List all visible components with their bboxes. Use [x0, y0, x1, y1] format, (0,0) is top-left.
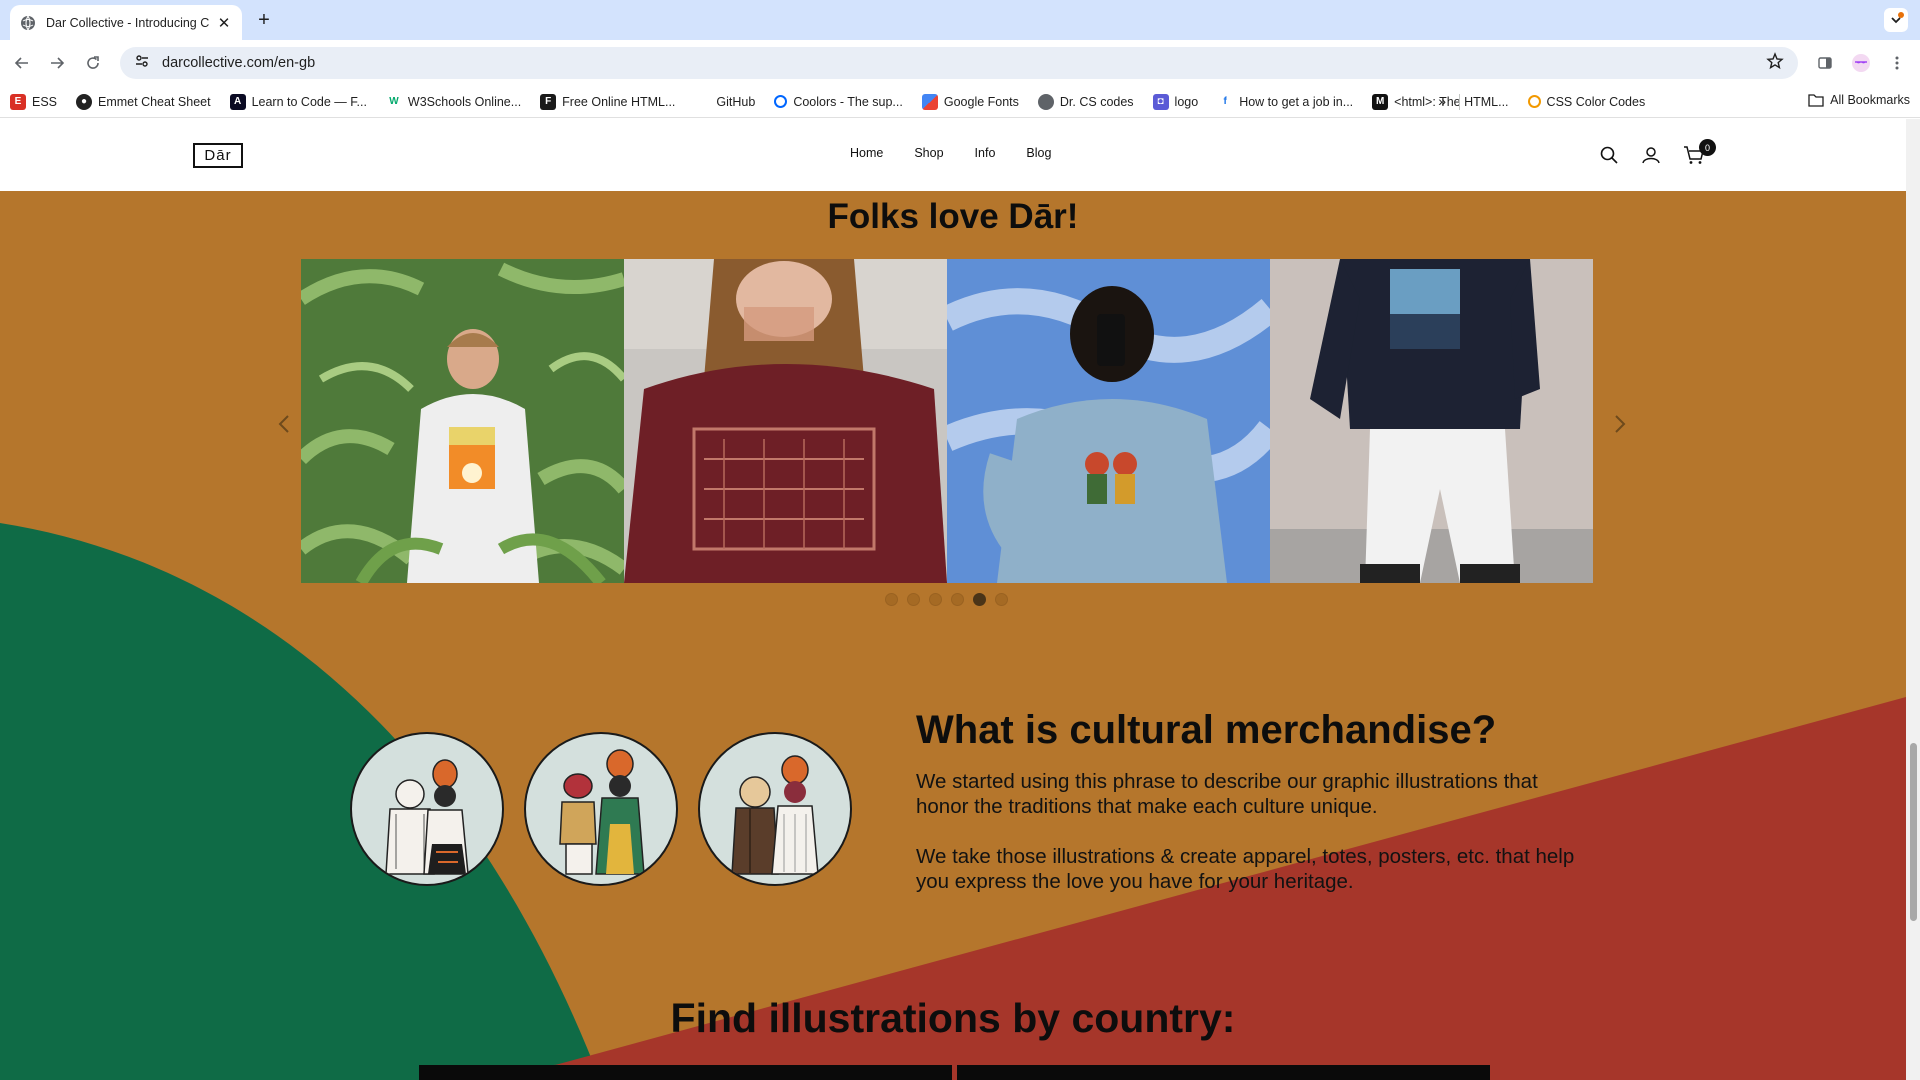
forward-arrow-icon: [51, 57, 65, 69]
bookmark-favicon-icon: M: [1372, 93, 1389, 110]
country-card-1[interactable]: [419, 1065, 952, 1080]
cart-count-badge: 0: [1699, 139, 1716, 156]
photo-black-sweatshirt[interactable]: [1270, 259, 1593, 583]
browser-tab-strip: Dar Collective - Introducing C ✕ +: [0, 0, 1920, 40]
merch-paragraph-2: We take those illustrations & create app…: [916, 845, 1575, 893]
illustration-circle-3: [698, 732, 852, 886]
bookmark-favicon-icon: [1037, 93, 1054, 110]
bookmark-item[interactable]: ● Emmet Cheat Sheet: [76, 93, 211, 110]
account-icon[interactable]: [1639, 143, 1663, 167]
site-header: Dār Home Shop Info Blog 0: [0, 119, 1906, 191]
photo-blue-sweatshirt[interactable]: [947, 259, 1270, 583]
bookmarks-divider: [1459, 94, 1460, 110]
forward-button[interactable]: [46, 52, 68, 74]
bookmark-favicon-icon: A: [229, 93, 246, 110]
bookmark-item[interactable]: Google Fonts: [921, 93, 1019, 110]
site-info-icon[interactable]: [134, 53, 150, 74]
photo-fern-sweatshirt[interactable]: [301, 259, 624, 583]
carousel-dot[interactable]: [929, 593, 942, 606]
nav-blog-link[interactable]: Blog: [1026, 146, 1051, 160]
folks-love-title: Folks love Dār!: [827, 197, 1079, 236]
bookmark-item[interactable]: Coolors - The sup...: [774, 95, 903, 109]
profile-icon: [1852, 54, 1870, 72]
bookmark-item[interactable]: A Learn to Code — F...: [229, 93, 367, 110]
all-bookmarks-button[interactable]: All Bookmarks: [1808, 93, 1910, 107]
folder-icon: [1808, 94, 1824, 107]
more-bookmarks-chevron-icon[interactable]: »: [1438, 93, 1446, 109]
address-bar[interactable]: darcollective.com/en-gb: [120, 47, 1798, 79]
nav-shop-link[interactable]: Shop: [914, 146, 943, 160]
reload-icon: [87, 56, 99, 69]
tab-title: Dar Collective - Introducing C: [46, 15, 210, 30]
page-viewport: Dār Home Shop Info Blog 0 Folks love Dār…: [0, 119, 1906, 1080]
illustration-circle-1: [350, 732, 504, 886]
bookmark-item[interactable]: f How to get a job in...: [1217, 93, 1353, 110]
bookmark-favicon-icon: ◘: [1152, 93, 1169, 110]
reload-button[interactable]: [82, 52, 104, 74]
carousel-dot[interactable]: [907, 593, 920, 606]
bookmark-favicon-icon: E: [10, 93, 26, 110]
country-card-2[interactable]: [957, 1065, 1490, 1080]
globe-icon: [20, 15, 36, 31]
back-button[interactable]: [11, 52, 33, 74]
illustration-circle-2: [524, 732, 678, 886]
carousel-next-button[interactable]: [1610, 409, 1630, 439]
site-logo[interactable]: Dār: [193, 143, 243, 168]
tab-search-button[interactable]: [1884, 8, 1908, 32]
browser-menu-button[interactable]: [1886, 52, 1908, 74]
carousel-dot[interactable]: [995, 593, 1008, 606]
notification-dot: [1898, 12, 1904, 18]
carousel-dot[interactable]: [951, 593, 964, 606]
bookmark-item[interactable]: ◘ logo: [1152, 93, 1198, 110]
page-scrollbar[interactable]: [1906, 119, 1920, 1080]
url-text: darcollective.com/en-gb: [162, 55, 316, 71]
bookmark-favicon-icon: f: [1217, 93, 1234, 110]
customer-photo-carousel: [301, 259, 1593, 583]
new-tab-button[interactable]: +: [254, 9, 274, 32]
bookmark-item[interactable]: F Free Online HTML...: [540, 93, 675, 110]
cultural-merch-title: What is cultural merchandise?: [916, 708, 1497, 752]
photo-maroon-sweatshirt[interactable]: [624, 259, 947, 583]
back-arrow-icon: [14, 57, 28, 69]
illustration-circles: [350, 732, 852, 886]
nav-info-link[interactable]: Info: [975, 146, 996, 160]
chevron-left-icon: [278, 415, 289, 433]
nav-home-link[interactable]: Home: [850, 146, 883, 160]
bookmark-item[interactable]: Dr. CS codes: [1037, 93, 1134, 110]
side-panel-icon: [1818, 57, 1832, 69]
carousel-dot[interactable]: [885, 593, 898, 606]
bookmark-item[interactable]: W W3Schools Online...: [385, 93, 521, 110]
carousel-dots: [885, 593, 1008, 606]
bookmark-favicon-icon: W: [385, 93, 402, 110]
main-navigation: Home Shop Info Blog: [850, 146, 1051, 160]
bookmark-item[interactable]: GitHub: [694, 93, 755, 110]
bookmark-favicon-icon: ●: [76, 93, 93, 110]
bookmark-item[interactable]: CSS Color Codes: [1527, 95, 1645, 109]
browser-toolbar: darcollective.com/en-gb: [0, 40, 1920, 86]
profile-avatar[interactable]: [1850, 52, 1872, 74]
search-icon[interactable]: [1597, 143, 1621, 167]
close-icon[interactable]: ✕: [216, 14, 232, 32]
bookmark-favicon-icon: [694, 93, 711, 110]
bookmark-favicon-icon: [1527, 95, 1541, 108]
scrollbar-thumb[interactable]: [1910, 743, 1917, 921]
side-panel-button[interactable]: [1814, 52, 1836, 74]
find-by-country-title: Find illustrations by country:: [670, 995, 1236, 1041]
merch-paragraph-1: We started using this phrase to describe…: [916, 770, 1538, 818]
browser-tab[interactable]: Dar Collective - Introducing C ✕: [10, 5, 242, 40]
chevron-right-icon: [1615, 415, 1626, 433]
bookmark-favicon-icon: F: [540, 93, 557, 110]
carousel-dot-active[interactable]: [973, 593, 986, 606]
carousel-prev-button[interactable]: [274, 409, 294, 439]
bookmarks-bar: E ESS ● Emmet Cheat Sheet A Learn to Code —…: [0, 86, 1920, 118]
kebab-menu-icon: [1895, 56, 1899, 70]
bookmark-star-icon[interactable]: [1766, 51, 1784, 75]
bookmark-favicon-icon: [921, 93, 938, 110]
bookmark-favicon-icon: [774, 95, 788, 108]
bookmark-item[interactable]: E ESS: [10, 93, 57, 110]
